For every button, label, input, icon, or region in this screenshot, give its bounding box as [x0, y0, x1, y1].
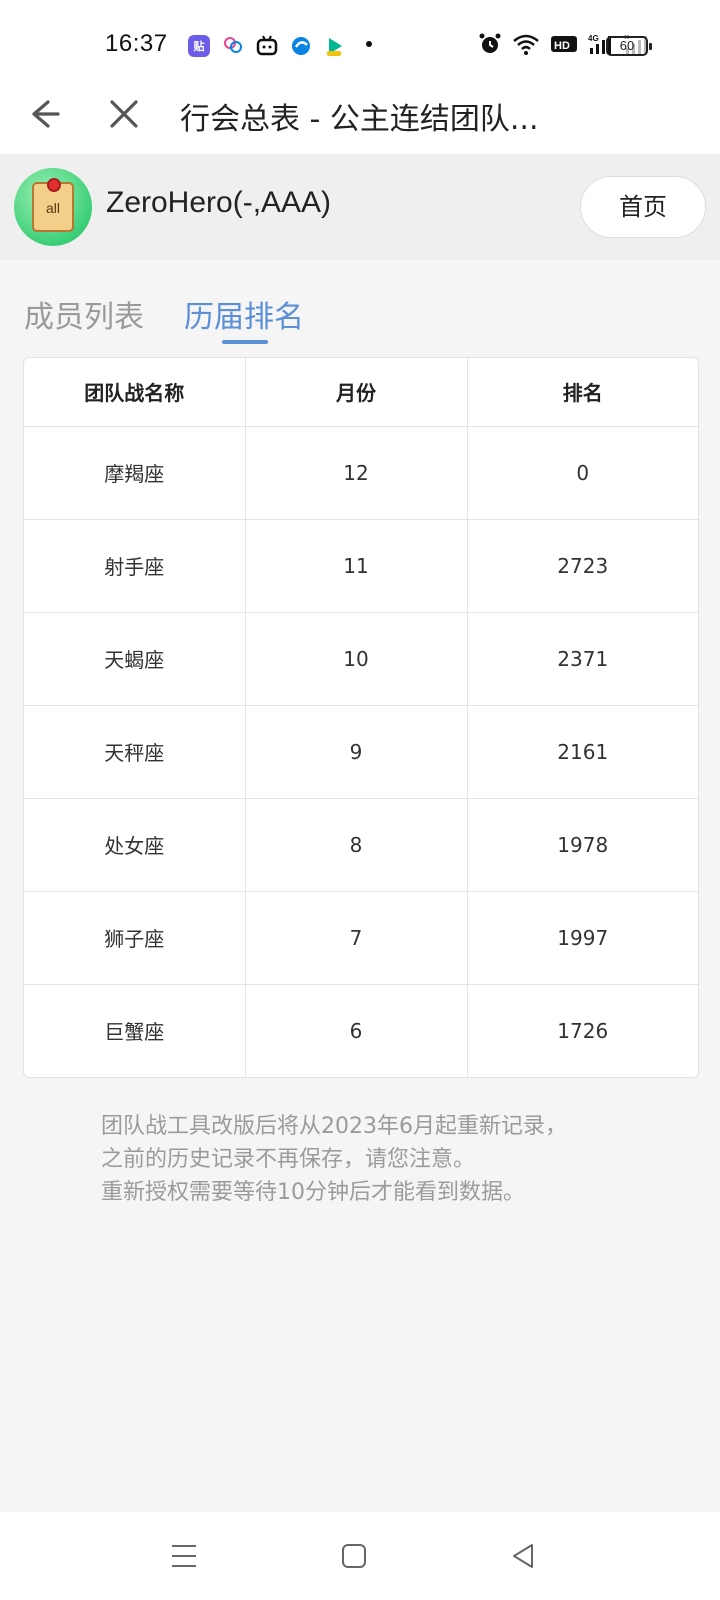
tab-bar: 成员列表 历届排名 [0, 280, 720, 350]
back-arrow-icon[interactable] [22, 94, 62, 134]
svg-text:HD: HD [554, 40, 570, 52]
cell-rank: 2723 [467, 519, 698, 613]
tieba-icon: 贴 [188, 35, 210, 57]
table-row: 狮子座 7 1997 [24, 891, 698, 985]
cell-rank: 2161 [467, 705, 698, 799]
table-row: 摩羯座 12 0 [24, 426, 698, 520]
cell-month: 9 [245, 705, 468, 799]
close-icon[interactable] [104, 94, 144, 134]
cell-battle-name: 摩羯座 [24, 426, 246, 520]
header-month: 月份 [245, 358, 468, 427]
alarm-icon [478, 32, 502, 60]
cell-rank: 1997 [467, 891, 698, 985]
ranking-table: 团队战名称 月份 排名 摩羯座 12 0 射手座 11 2723 天蝎座 10 … [23, 357, 699, 1078]
avatar-text: all [45, 200, 60, 216]
header-battle-name: 团队战名称 [24, 358, 246, 427]
cell-month: 7 [245, 891, 468, 985]
table-header-row: 团队战名称 月份 排名 [24, 358, 698, 427]
table-row: 天秤座 9 2161 [24, 705, 698, 799]
table-row: 天蝎座 10 2371 [24, 612, 698, 706]
note-line: 之前的历史记录不再保存，请您注意。 [101, 1147, 476, 1172]
system-navigation-bar [0, 1512, 720, 1600]
hd-icon: HD [550, 34, 578, 58]
browser-icon [290, 35, 312, 57]
more-notifications-icon [358, 33, 380, 59]
back-triangle-icon[interactable] [508, 1540, 540, 1572]
cell-month: 8 [245, 798, 468, 892]
status-time: 16:37 [105, 30, 168, 57]
cell-battle-name: 射手座 [24, 519, 246, 613]
battery-icon: 60 [606, 36, 652, 56]
cell-battle-name: 天蝎座 [24, 612, 246, 706]
info-note: 团队战工具改版后将从2023年6月起重新记录， 之前的历史记录不再保存，请您注意… [101, 1110, 661, 1209]
video-icon [324, 35, 346, 57]
cell-rank: 1726 [557, 1018, 609, 1043]
page-title: 行会总表 - 公主连结团队... [180, 102, 539, 137]
active-tab-indicator [222, 340, 268, 344]
menu-icon[interactable] [168, 1540, 200, 1572]
cell-battle-name: 狮子座 [24, 891, 246, 985]
home-square-icon[interactable] [338, 1540, 370, 1572]
cell-battle-name: 天秤座 [24, 705, 246, 799]
cell-rank: 1978 [467, 798, 698, 892]
scroll-icon: all [32, 178, 74, 232]
home-button[interactable]: 首页 [580, 176, 706, 238]
guild-avatar: all [14, 168, 92, 246]
cell-battle-name: 处女座 [24, 798, 246, 892]
header-rank: 排名 [467, 358, 698, 427]
table-row: 巨蟹座 6 1726 [24, 984, 698, 1077]
cell-month: 6 [245, 984, 468, 1077]
status-bar: 16:37 贴 HD 4G × 60 [0, 0, 720, 82]
note-line: 团队战工具改版后将从2023年6月起重新记录， [101, 1114, 567, 1139]
cell-month: 11 [245, 519, 468, 613]
guild-header: all ZeroHero(-,AAA) 首页 [0, 154, 720, 260]
wifi-icon [512, 32, 540, 60]
cell-rank: 0 [467, 426, 698, 520]
note-line: 重新授权需要等待10分钟后才能看到数据。 [101, 1180, 525, 1205]
tab-member-list[interactable]: 成员列表 [24, 292, 144, 336]
table-row: 射手座 11 2723 [24, 519, 698, 613]
guild-name: ZeroHero(-,AAA) [106, 186, 332, 219]
cell-month: 12 [245, 426, 468, 520]
tab-history-ranking[interactable]: 历届排名 [184, 292, 304, 336]
cell-month: 10 [245, 612, 468, 706]
notification-icons: 贴 [188, 33, 380, 59]
browser-nav-bar: 行会总表 - 公主连结团队... [0, 82, 720, 154]
cell-rank: 2371 [467, 612, 698, 706]
table-row: 处女座 8 1978 [24, 798, 698, 892]
svg-text:4G: 4G [588, 34, 599, 43]
lines-icon [222, 35, 244, 57]
bilibili-icon [256, 35, 278, 57]
cell-battle-name: 巨蟹座 [24, 984, 246, 1077]
